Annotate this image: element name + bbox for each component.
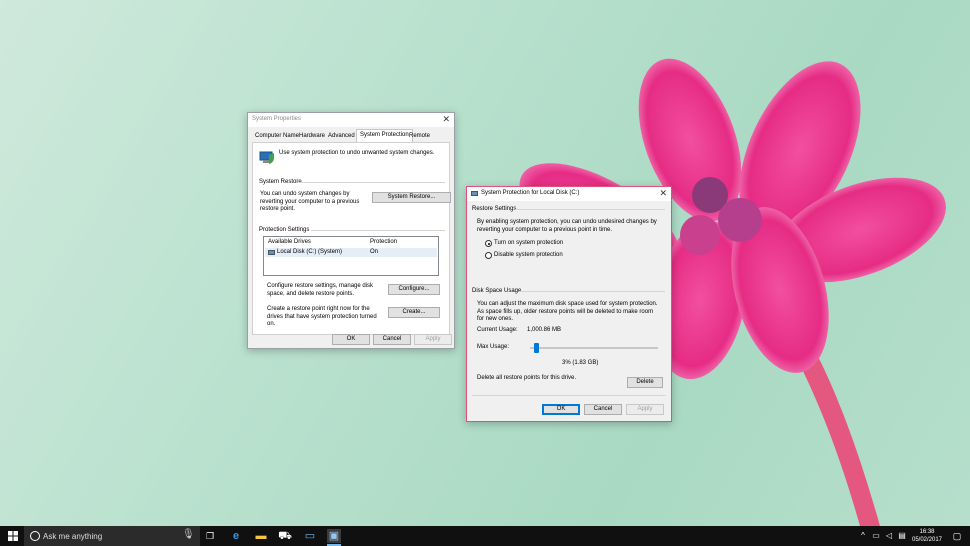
configure-button[interactable]: Configure... (388, 284, 440, 295)
apply-button[interactable]: Apply (414, 334, 452, 345)
system-properties-title: System Properties (252, 116, 302, 122)
tab-remote[interactable]: Remote (406, 131, 433, 142)
keyboard-icon[interactable]: ▤ (895, 529, 909, 543)
clock-time: 16:38 (919, 529, 935, 535)
system-properties-dialog: System Properties ✕ Computer Name Hardwa… (247, 112, 455, 349)
network-icon[interactable]: ▭ (869, 529, 883, 543)
task-view-icon[interactable]: ❐ (203, 529, 217, 543)
max-usage-slider[interactable] (530, 343, 658, 353)
system-properties-taskbar-icon[interactable]: ▣ (327, 529, 341, 543)
max-usage-label: Max Usage: (477, 344, 510, 350)
restore-settings-heading: Restore Settings (472, 206, 517, 212)
ok-button[interactable]: OK (542, 404, 580, 415)
disk-space-text: You can adjust the maximum disk space us… (477, 301, 658, 322)
close-icon[interactable]: ✕ (442, 114, 450, 124)
turn-on-label[interactable]: Turn on system protection (494, 240, 563, 248)
table-row[interactable]: Local Disk (C:) (System) On (265, 248, 437, 257)
system-properties-titlebar: System Properties ✕ (248, 113, 454, 127)
file-explorer-icon[interactable]: ▬ (254, 529, 268, 543)
disk-space-heading: Disk Space Usage (472, 288, 522, 294)
ok-button[interactable]: OK (332, 334, 370, 345)
system-protection-dialog: System Protection for Local Disk (C:) ✕ … (466, 186, 672, 422)
system-protection-titlebar: System Protection for Local Disk (C:) ✕ (467, 187, 671, 201)
tab-advanced[interactable]: Advanced (325, 131, 358, 142)
turn-on-radio[interactable] (485, 240, 492, 247)
drive-name: Local Disk (C:) (System) (277, 249, 343, 255)
create-button[interactable]: Create... (388, 307, 440, 318)
drive-icon (268, 250, 275, 255)
restore-settings-text: By enabling system protection, you can u… (477, 219, 657, 233)
computer-shield-icon (259, 151, 274, 164)
tab-system-protection[interactable]: System Protection (356, 129, 413, 142)
clock[interactable]: 16:38 05/02/2017 (909, 528, 945, 544)
search-placeholder: Ask me anything (43, 532, 103, 541)
windows-start-icon[interactable] (6, 529, 20, 543)
taskbar: Ask me anything 🎙 ❐ e ▬ ⛟ ▭ ▣ ^ ▭ ◁ ▤ 16… (0, 526, 970, 546)
disable-radio[interactable] (485, 252, 492, 259)
microphone-icon[interactable]: 🎙 (182, 529, 195, 540)
cancel-button[interactable]: Cancel (373, 334, 411, 345)
create-text: Create a restore point right now for the… (267, 306, 377, 327)
system-restore-heading: System Restore (259, 179, 302, 185)
chevron-up-icon[interactable]: ^ (856, 529, 870, 543)
max-usage-value: 3% (1.83 GB) (562, 360, 599, 366)
configure-text: Configure restore settings, manage disk … (267, 283, 374, 297)
cortana-search-box[interactable]: Ask me anything 🎙 (24, 526, 200, 546)
delete-button[interactable]: Delete (627, 377, 663, 388)
notifications-icon[interactable]: ▢ (950, 529, 964, 543)
tab-computer-name[interactable]: Computer Name (252, 131, 302, 142)
store-icon[interactable]: ⛟ (278, 529, 292, 543)
volume-icon[interactable]: ◁ (882, 529, 896, 543)
disable-label[interactable]: Disable system protection (494, 252, 563, 260)
col-protection[interactable]: Protection (370, 239, 397, 247)
delete-text: Delete all restore points for this drive… (477, 375, 577, 381)
tab-panel: Use system protection to undo unwanted s… (252, 142, 451, 335)
system-protection-title: System Protection for Local Disk (C:) (481, 190, 580, 196)
intro-text: Use system protection to undo unwanted s… (279, 150, 435, 156)
cancel-button[interactable]: Cancel (584, 404, 622, 415)
protection-settings-heading: Protection Settings (259, 227, 310, 233)
current-usage-label: Current Usage: (477, 327, 518, 333)
remote-desktop-icon[interactable]: ▭ (303, 529, 317, 543)
edge-icon[interactable]: e (229, 529, 243, 543)
clock-date: 05/02/2017 (911, 537, 943, 543)
drives-list[interactable]: Available Drives Protection Local Disk (… (263, 236, 439, 276)
tab-hardware[interactable]: Hardware (296, 131, 328, 142)
close-icon[interactable]: ✕ (659, 188, 667, 198)
restore-text: You can undo system changes by reverting… (260, 191, 360, 212)
col-available-drives[interactable]: Available Drives (268, 239, 311, 247)
system-restore-button[interactable]: System Restore... (372, 192, 451, 203)
cortana-icon (30, 531, 40, 541)
current-usage-value: 1,000.86 MB (527, 327, 562, 333)
apply-button[interactable]: Apply (626, 404, 664, 415)
drive-icon (471, 191, 478, 196)
drive-protection-status: On (370, 249, 379, 255)
slider-thumb[interactable] (534, 343, 539, 353)
